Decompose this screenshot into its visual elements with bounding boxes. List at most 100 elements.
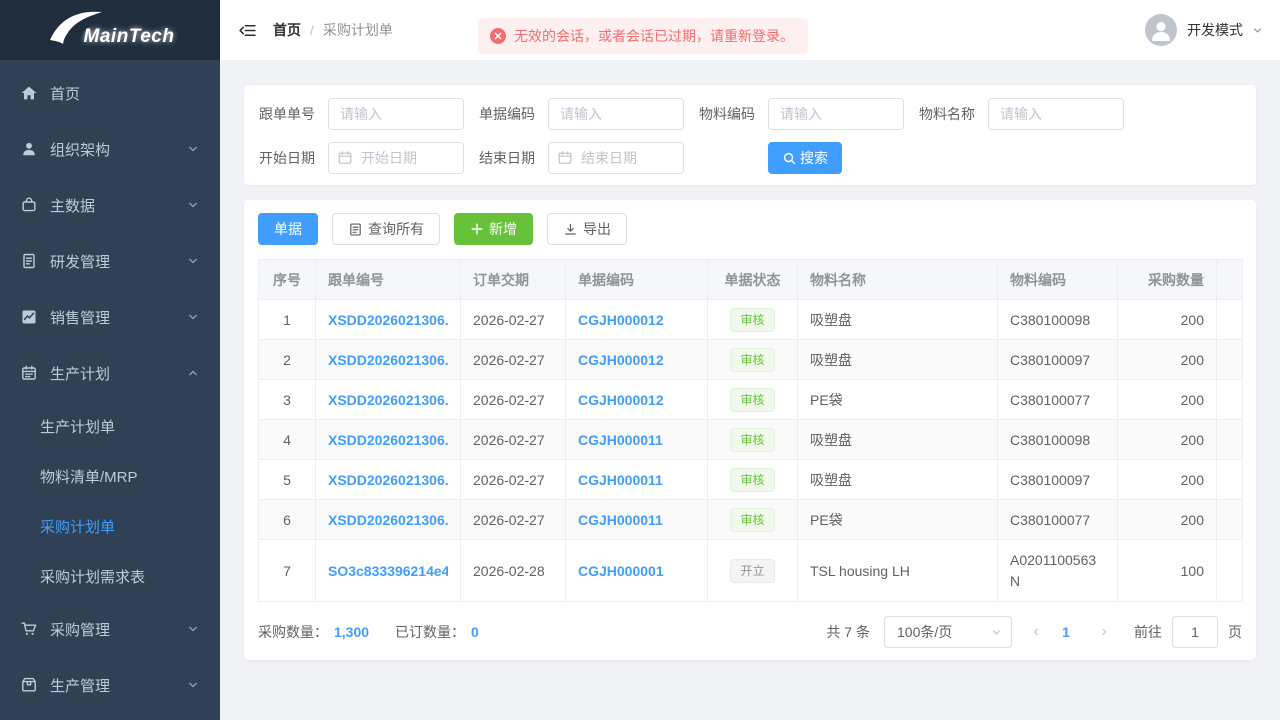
- next-page-button[interactable]: ›: [1088, 616, 1120, 648]
- sidebar-subitem-purchase-plan-order[interactable]: 采购计划单: [0, 501, 220, 551]
- breadcrumb-current: 采购计划单: [323, 20, 393, 40]
- cell-doc-code: CGJH000012: [566, 340, 708, 380]
- status-badge: 审核: [730, 348, 774, 372]
- start-date-label: 开始日期: [258, 148, 315, 168]
- status-badge: 审核: [730, 508, 774, 532]
- order-no-link[interactable]: SO3c833396214e40: [328, 563, 448, 579]
- doc-code-link[interactable]: CGJH000011: [578, 512, 663, 528]
- sidebar-item-sales[interactable]: 销售管理: [0, 289, 220, 345]
- cell-trailing: [1217, 540, 1243, 602]
- filter-row-1: 跟单单号 单据编码 物料编码 物料名称: [258, 98, 1242, 130]
- material-name-input[interactable]: [988, 98, 1124, 130]
- header-qty: 采购数量: [1118, 260, 1217, 300]
- calendar-icon: [337, 150, 353, 166]
- sidebar-subitem-label: 采购计划需求表: [40, 566, 145, 587]
- prev-page-button[interactable]: ‹: [1020, 616, 1052, 648]
- doc-code-input[interactable]: [548, 98, 684, 130]
- doc-code-link[interactable]: CGJH000012: [578, 352, 664, 368]
- cell-qty: 200: [1118, 460, 1217, 500]
- chevron-down-icon: [186, 142, 200, 156]
- cell-material-name: 吸塑盘: [798, 300, 998, 340]
- breadcrumb: 首页 / 采购计划单: [273, 20, 393, 40]
- user-menu[interactable]: 开发模式: [1145, 14, 1264, 46]
- sidebar-item-label: 主数据: [50, 195, 95, 216]
- doc-code-link[interactable]: CGJH000001: [578, 563, 664, 579]
- doc-code-link[interactable]: CGJH000012: [578, 392, 664, 408]
- cell-doc-code: CGJH000001: [566, 540, 708, 602]
- chevron-down-icon: [1251, 24, 1264, 37]
- cell-qty: 200: [1118, 300, 1217, 340]
- plus-icon: [470, 222, 484, 236]
- sidebar-item-label: 销售管理: [50, 307, 110, 328]
- doc-code-link[interactable]: CGJH000012: [578, 312, 664, 328]
- cell-seq: 5: [259, 460, 316, 500]
- material-code-input[interactable]: [768, 98, 904, 130]
- breadcrumb-home[interactable]: 首页: [273, 20, 301, 40]
- cell-doc-code: CGJH000012: [566, 300, 708, 340]
- add-button-label: 新增: [489, 219, 517, 239]
- purchase-qty-label: 采购数量：: [258, 622, 328, 642]
- cell-status: 开立: [708, 540, 798, 602]
- sidebar-item-purchasing[interactable]: 采购管理: [0, 601, 220, 657]
- header-seq: 序号: [259, 260, 316, 300]
- sidebar-subitem-production-plan-order[interactable]: 生产计划单: [0, 401, 220, 451]
- order-no-link[interactable]: XSDD2026021306..: [328, 472, 448, 488]
- export-button[interactable]: 导出: [547, 213, 627, 245]
- doc-code-link[interactable]: CGJH000011: [578, 472, 663, 488]
- table-toolbar: 单据 查询所有 新增 导出: [258, 213, 1242, 245]
- cell-qty: 200: [1118, 500, 1217, 540]
- order-no-link[interactable]: XSDD2026021306..: [328, 512, 448, 528]
- order-no-link[interactable]: XSDD2026021306..: [328, 352, 448, 368]
- doc-code-link[interactable]: CGJH000011: [578, 432, 663, 448]
- order-no-link[interactable]: XSDD2026021306..: [328, 432, 448, 448]
- status-badge: 审核: [730, 388, 774, 412]
- sidebar: MainTech 首页 组织架构 主数据 研发管理: [0, 0, 220, 720]
- goto-page-input[interactable]: [1172, 616, 1218, 648]
- order-no-link[interactable]: XSDD2026021306..: [328, 392, 448, 408]
- sidebar-subitem-label: 生产计划单: [40, 416, 115, 437]
- sidebar-collapse-button[interactable]: [238, 21, 257, 40]
- cell-order-no: SO3c833396214e40: [316, 540, 461, 602]
- cell-order-no: XSDD2026021306..: [316, 300, 461, 340]
- cell-order-no: XSDD2026021306..: [316, 420, 461, 460]
- sidebar-item-master-data[interactable]: 主数据: [0, 177, 220, 233]
- sidebar-subitem-label: 物料清单/MRP: [40, 466, 138, 487]
- header-status: 单据状态: [708, 260, 798, 300]
- cell-qty: 200: [1118, 420, 1217, 460]
- cell-material-code: C380100097: [998, 340, 1118, 380]
- cell-material-name: 吸塑盘: [798, 420, 998, 460]
- header-material-name: 物料名称: [798, 260, 998, 300]
- filter-material-code: 物料编码: [698, 98, 904, 130]
- search-button[interactable]: 搜索: [768, 142, 842, 174]
- sidebar-item-rd[interactable]: 研发管理: [0, 233, 220, 289]
- query-all-button[interactable]: 查询所有: [332, 213, 440, 245]
- table-row: 6 XSDD2026021306.. 2026-02-27 CGJH000011…: [259, 500, 1243, 540]
- search-button-label: 搜索: [800, 148, 828, 168]
- search-icon: [782, 151, 797, 166]
- filter-row-2: 开始日期 结束日期: [258, 142, 1242, 174]
- cell-status: 审核: [708, 500, 798, 540]
- sidebar-subitem-purchase-plan-demand[interactable]: 采购计划需求表: [0, 551, 220, 601]
- current-page[interactable]: 1: [1052, 624, 1080, 640]
- doc-button[interactable]: 单据: [258, 213, 318, 245]
- cell-status: 审核: [708, 460, 798, 500]
- calendar-icon: [20, 364, 38, 382]
- export-button-label: 导出: [583, 219, 611, 239]
- goto-label: 前往: [1134, 622, 1162, 642]
- sidebar-item-org[interactable]: 组织架构: [0, 121, 220, 177]
- sidebar-item-home[interactable]: 首页: [0, 65, 220, 121]
- page-size-value: 100条/页: [897, 622, 952, 642]
- cell-doc-code: CGJH000011: [566, 420, 708, 460]
- order-no-link[interactable]: XSDD2026021306..: [328, 312, 448, 328]
- sidebar-item-manufacturing[interactable]: 生产管理: [0, 657, 220, 713]
- sidebar-subitem-bom-mrp[interactable]: 物料清单/MRP: [0, 451, 220, 501]
- add-button[interactable]: 新增: [454, 213, 533, 245]
- sidebar-item-production-plan[interactable]: 生产计划: [0, 345, 220, 401]
- page-size-select[interactable]: 100条/页: [884, 616, 1012, 648]
- sidebar-item-label: 组织架构: [50, 139, 110, 160]
- order-no-input[interactable]: [328, 98, 464, 130]
- user-mode-label: 开发模式: [1187, 20, 1243, 40]
- swoosh-logo-icon: [48, 8, 104, 48]
- app-root: MainTech 首页 组织架构 主数据 研发管理: [0, 0, 1280, 720]
- cell-doc-code: CGJH000011: [566, 460, 708, 500]
